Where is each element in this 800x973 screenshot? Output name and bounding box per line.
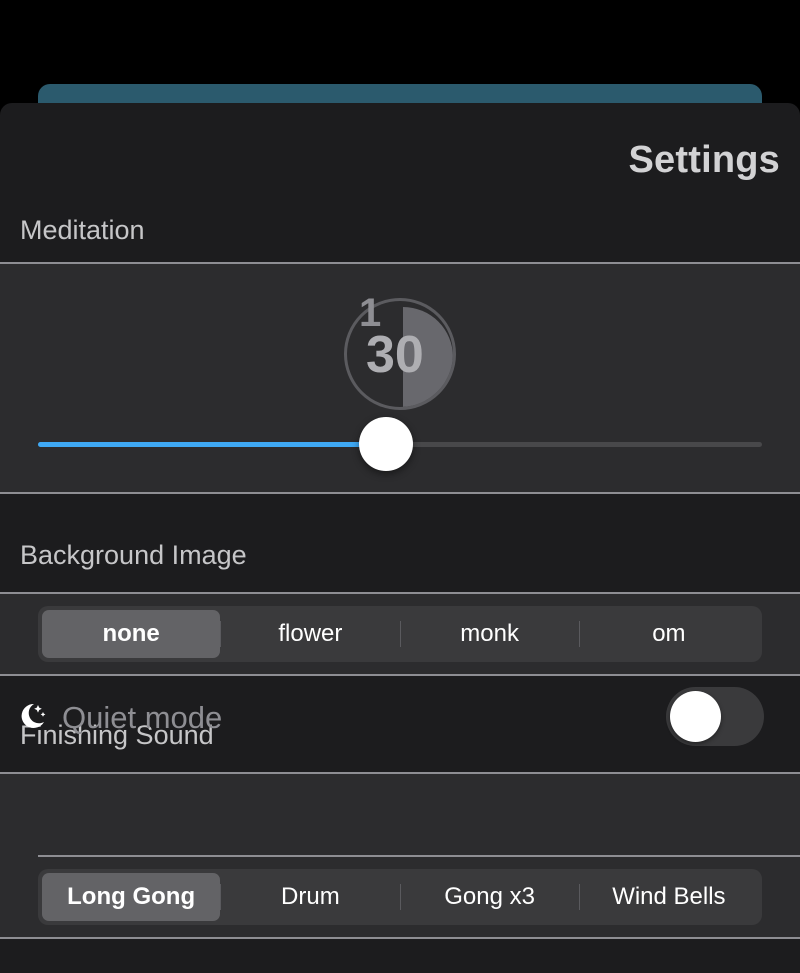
- segment-wind-bells[interactable]: Wind Bells: [580, 873, 758, 921]
- divider: [38, 855, 800, 857]
- segment-om[interactable]: om: [580, 610, 758, 658]
- divider: [0, 492, 800, 494]
- quiet-mode-toggle-knob: [670, 691, 721, 742]
- timer-seconds: 30: [366, 326, 424, 384]
- moon-stars-icon: [21, 703, 46, 728]
- finishing-sound-segmented-control: Long Gong Drum Gong x3 Wind Bells: [38, 869, 762, 925]
- duration-slider-fill: [38, 442, 386, 447]
- divider: [0, 674, 800, 676]
- section-header-meditation: Meditation: [20, 215, 145, 245]
- page-title: Settings: [628, 139, 780, 181]
- background-image-segmented-control: none flower monk om: [38, 606, 762, 662]
- section-header-background-image: Background Image: [20, 540, 247, 570]
- segment-flower[interactable]: flower: [221, 610, 399, 658]
- segment-gong-x3[interactable]: Gong x3: [401, 873, 579, 921]
- divider: [0, 937, 800, 939]
- quiet-mode-toggle[interactable]: [666, 687, 764, 746]
- quiet-mode-label: Quiet mode: [62, 700, 223, 735]
- segment-long-gong[interactable]: Long Gong: [42, 873, 221, 921]
- segment-drum[interactable]: Drum: [221, 873, 399, 921]
- segment-monk[interactable]: monk: [401, 610, 579, 658]
- segment-none[interactable]: none: [42, 610, 221, 658]
- settings-sheet: Settings Meditation 1 30 Background Imag…: [0, 103, 800, 973]
- duration-slider-thumb[interactable]: [358, 417, 413, 471]
